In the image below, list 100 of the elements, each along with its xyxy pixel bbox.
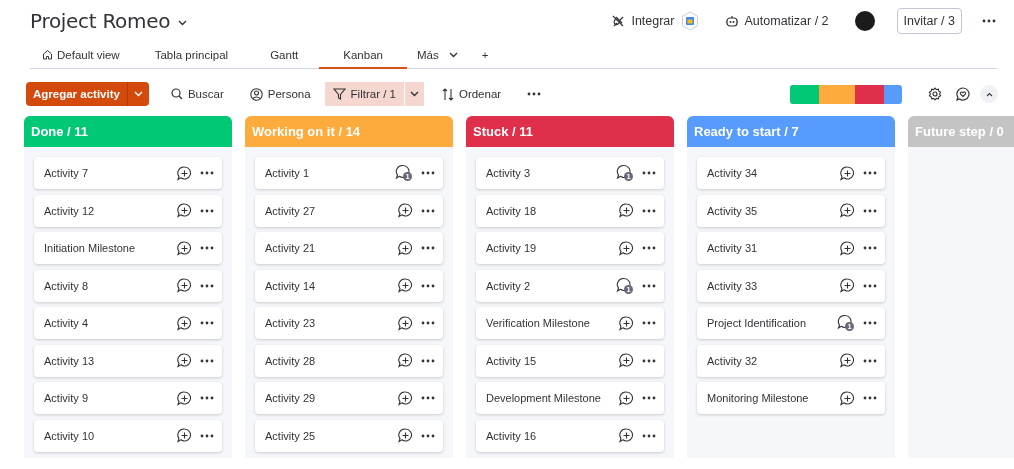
integrate-link[interactable]: Integrar bbox=[631, 14, 675, 28]
more-icon[interactable] bbox=[642, 246, 656, 250]
more-icon[interactable] bbox=[421, 283, 435, 288]
filter-icon bbox=[332, 88, 346, 100]
more-icon[interactable] bbox=[642, 321, 656, 325]
add-update-icon[interactable] bbox=[177, 240, 192, 256]
board-title: Project Romeo bbox=[30, 9, 171, 33]
add-update-icon[interactable] bbox=[619, 240, 634, 256]
more-icon[interactable] bbox=[421, 321, 435, 325]
more-icon[interactable] bbox=[421, 358, 435, 363]
card-title[interactable]: Project Identification bbox=[707, 317, 837, 329]
add-update-icon[interactable] bbox=[398, 203, 413, 218]
more-icon[interactable] bbox=[200, 283, 214, 288]
more-icon[interactable] bbox=[200, 171, 214, 175]
card-title[interactable]: Activity 3 bbox=[486, 167, 616, 179]
add-view-button[interactable]: + bbox=[467, 42, 503, 69]
card-title[interactable]: Activity 1 bbox=[265, 167, 395, 179]
more-icon[interactable] bbox=[200, 321, 214, 325]
person-icon bbox=[249, 87, 263, 101]
chat-icon[interactable] bbox=[956, 87, 970, 101]
add-update-icon[interactable] bbox=[840, 278, 855, 293]
column-header: Ready to start / 7 bbox=[687, 116, 895, 147]
more-icon[interactable] bbox=[863, 208, 877, 213]
card-title[interactable]: Activity 2 bbox=[486, 279, 616, 292]
automate-link[interactable]: Automatizar / 2 bbox=[744, 14, 829, 28]
add-update-icon[interactable] bbox=[619, 353, 634, 368]
add-update-icon[interactable] bbox=[840, 203, 855, 218]
caret-icon bbox=[448, 51, 458, 58]
more-icon[interactable] bbox=[642, 283, 656, 288]
filter-button[interactable]: Filtrar / 1 bbox=[324, 82, 404, 106]
caret-icon[interactable] bbox=[178, 20, 188, 26]
view-tab[interactable]: Default view bbox=[38, 42, 134, 69]
sort-icon bbox=[441, 87, 454, 101]
more-icon[interactable] bbox=[642, 396, 656, 400]
chevron-up-icon bbox=[985, 91, 993, 97]
avatar[interactable] bbox=[854, 11, 875, 31]
add-update-icon[interactable] bbox=[177, 315, 192, 331]
more-icon[interactable] bbox=[200, 358, 214, 363]
more-icon[interactable] bbox=[642, 171, 656, 175]
more-icon[interactable] bbox=[863, 246, 877, 250]
add-update-icon[interactable] bbox=[840, 165, 855, 181]
add-update-icon[interactable] bbox=[177, 203, 192, 218]
add-update-icon[interactable] bbox=[398, 315, 413, 331]
calendar-icon bbox=[680, 11, 699, 31]
add-update-icon[interactable] bbox=[177, 353, 192, 368]
more-icon[interactable] bbox=[200, 433, 214, 438]
add-update-icon[interactable] bbox=[177, 165, 192, 181]
more-icon[interactable] bbox=[982, 19, 996, 23]
more-tab[interactable]: Más bbox=[406, 42, 468, 69]
person-filter-button[interactable]: Persona bbox=[241, 82, 319, 106]
more-icon[interactable] bbox=[642, 358, 656, 363]
add-update-icon[interactable] bbox=[177, 278, 192, 293]
view-tab[interactable]: Gantt bbox=[249, 42, 320, 69]
view-tab[interactable]: Tabla principal bbox=[133, 42, 250, 69]
column-header: Future step / 0 bbox=[908, 116, 1014, 147]
add-update-icon[interactable] bbox=[398, 278, 413, 293]
search-button[interactable]: Buscar bbox=[162, 82, 232, 106]
add-update-icon[interactable] bbox=[177, 428, 192, 443]
invite-button[interactable]: Invitar / 3 bbox=[896, 8, 962, 34]
view-tab[interactable]: Kanban bbox=[319, 42, 407, 69]
more-icon[interactable] bbox=[863, 321, 877, 325]
add-update-icon[interactable] bbox=[840, 240, 855, 256]
filter-options-button[interactable] bbox=[403, 82, 424, 106]
robot-icon bbox=[724, 15, 739, 27]
caret-icon bbox=[409, 91, 419, 97]
more-icon[interactable] bbox=[863, 396, 877, 400]
add-update-icon[interactable] bbox=[840, 353, 855, 368]
add-activity-button[interactable]: Agregar activity bbox=[26, 82, 149, 106]
add-update-icon[interactable] bbox=[398, 390, 413, 406]
add-update-icon[interactable] bbox=[619, 428, 634, 443]
more-icon[interactable] bbox=[421, 171, 435, 175]
more-icon[interactable] bbox=[863, 358, 877, 363]
more-icon[interactable] bbox=[527, 92, 542, 96]
add-update-icon[interactable] bbox=[619, 390, 634, 406]
caret-icon bbox=[133, 91, 143, 97]
more-icon[interactable] bbox=[421, 208, 435, 213]
more-icon[interactable] bbox=[642, 208, 656, 213]
more-icon[interactable] bbox=[200, 396, 214, 400]
sort-button[interactable]: Ordenar bbox=[433, 82, 510, 106]
more-icon[interactable] bbox=[421, 433, 435, 438]
settings-icon[interactable] bbox=[928, 87, 942, 101]
column-header: Stuck / 11 bbox=[466, 116, 674, 147]
more-icon[interactable] bbox=[421, 396, 435, 400]
more-icon[interactable] bbox=[200, 208, 214, 213]
home-icon bbox=[42, 49, 53, 60]
more-icon[interactable] bbox=[863, 283, 877, 288]
add-update-icon[interactable] bbox=[398, 240, 413, 256]
add-update-icon[interactable] bbox=[619, 315, 634, 331]
column-header: Done / 11 bbox=[24, 116, 232, 147]
plug-icon bbox=[611, 14, 626, 28]
more-icon[interactable] bbox=[200, 246, 214, 250]
add-update-icon[interactable] bbox=[177, 390, 192, 406]
add-update-icon[interactable] bbox=[619, 203, 634, 218]
more-icon[interactable] bbox=[863, 171, 877, 175]
add-item-button[interactable]: Agregar activity bbox=[26, 82, 127, 106]
more-icon[interactable] bbox=[642, 433, 656, 438]
more-icon[interactable] bbox=[421, 246, 435, 250]
add-update-icon[interactable] bbox=[398, 353, 413, 368]
add-update-icon[interactable] bbox=[398, 428, 413, 443]
add-update-icon[interactable] bbox=[840, 390, 855, 406]
